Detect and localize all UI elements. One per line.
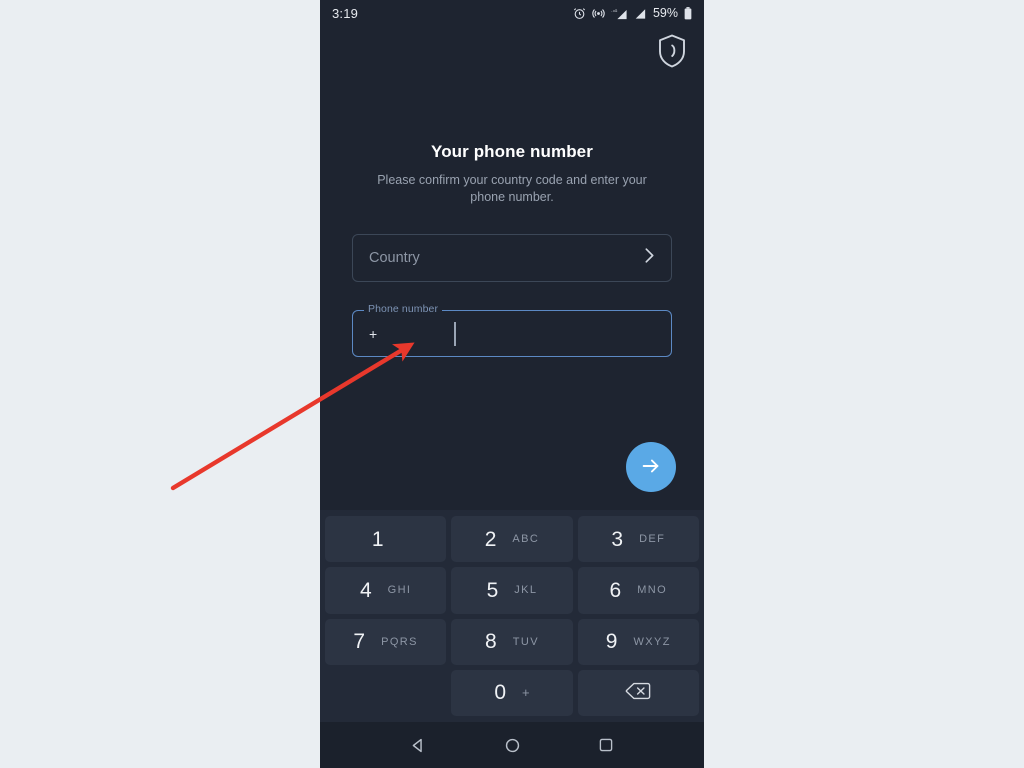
key-letters-label: TUV <box>512 635 539 648</box>
battery-percent-label: 59% <box>652 6 678 20</box>
chevron-right-icon <box>642 246 657 270</box>
key-digit-label: 5 <box>486 578 499 602</box>
status-icons: ·⁴ᴳ 59% <box>573 6 692 20</box>
shield-privacy-icon[interactable] <box>656 33 688 74</box>
key-4[interactable]: 4 GHI <box>325 567 447 614</box>
page-subtitle: Please confirm your country code and ent… <box>377 173 647 204</box>
key-7[interactable]: 7 PQRS <box>325 618 447 665</box>
page-title: Your phone number <box>431 142 593 161</box>
battery-icon <box>684 6 692 20</box>
status-clock: 3:19 <box>332 5 359 21</box>
phone-prefix: + <box>369 325 378 342</box>
signal-bars-icon <box>634 7 646 20</box>
hotspot-icon <box>592 7 605 20</box>
key-1[interactable]: 1 <box>325 516 447 563</box>
signal-volte-icon: ·⁴ᴳ <box>611 7 628 20</box>
alarm-icon <box>573 7 586 20</box>
text-caret <box>454 322 456 346</box>
country-selector[interactable]: Country <box>352 234 672 282</box>
backspace-icon <box>625 681 651 704</box>
country-label: Country <box>369 250 420 266</box>
next-button[interactable] <box>626 442 676 492</box>
phone-screen: 3:19 ·⁴ᴳ 59% Your phone number Please co… <box>320 0 704 768</box>
key-letters-label: MNO <box>637 584 668 597</box>
phone-number-floating-label: Phone number <box>364 303 443 315</box>
phone-number-field[interactable]: + <box>352 310 672 357</box>
key-letters-label: WXYZ <box>633 635 671 648</box>
key-digit-label: 2 <box>484 527 497 551</box>
key-letters-label: ABC <box>512 533 540 546</box>
key-letters-label: DEF <box>639 533 666 546</box>
status-bar: 3:19 ·⁴ᴳ 59% <box>320 0 704 26</box>
key-digit-label: 0 <box>494 681 507 705</box>
key-8[interactable]: 8 TUV <box>451 618 573 665</box>
key-digit-label: 4 <box>359 578 372 602</box>
key-letters-label: GHI <box>387 584 412 597</box>
key-letters-label: JKL <box>514 584 538 597</box>
key-digit-label: 6 <box>609 578 622 602</box>
key-digit-label: 9 <box>605 630 618 654</box>
nav-recents-button[interactable] <box>598 737 614 753</box>
key-9[interactable]: 9 WXYZ <box>577 618 699 665</box>
nav-back-button[interactable] <box>410 737 427 754</box>
key-2[interactable]: 2 ABC <box>451 516 573 563</box>
nav-home-button[interactable] <box>504 737 521 754</box>
key-digit-label: 1 <box>371 527 384 551</box>
svg-text:·⁴ᴳ: ·⁴ᴳ <box>611 8 618 14</box>
key-3[interactable]: 3 DEF <box>577 516 699 563</box>
key-6[interactable]: 6 MNO <box>577 567 699 614</box>
numeric-keypad: 1 2 ABC 3 DEF 4 GHI 5 JKL 6 MNO 7 PQRS 8 TUV 9 WXYZ 0 + <box>320 510 704 722</box>
arrow-right-icon <box>640 455 662 480</box>
key-letters-label: PQRS <box>381 635 418 648</box>
key-0[interactable]: 0 + <box>451 669 573 716</box>
key-letters-label: + <box>522 685 530 701</box>
key-backspace[interactable] <box>577 669 699 716</box>
key-empty-slot <box>325 670 446 716</box>
android-nav-bar <box>320 722 704 768</box>
screenshot-stage: 3:19 ·⁴ᴳ 59% Your phone number Please co… <box>0 0 1024 768</box>
key-digit-label: 3 <box>611 527 624 551</box>
key-5[interactable]: 5 JKL <box>451 567 573 614</box>
key-digit-label: 8 <box>485 630 497 654</box>
key-digit-label: 7 <box>353 630 366 654</box>
